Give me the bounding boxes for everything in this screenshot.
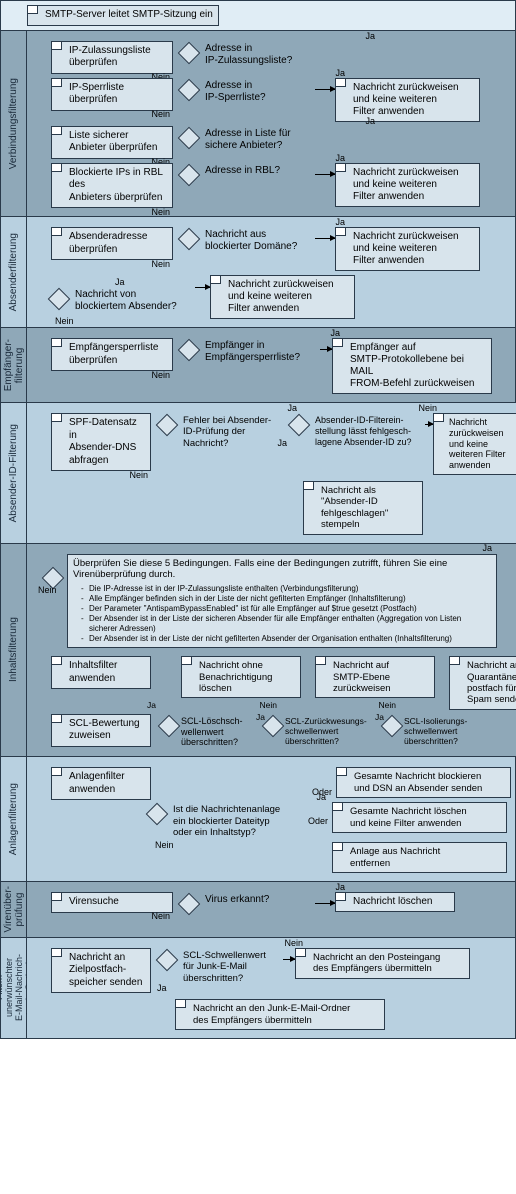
proc-rbl: Blockierte IPs in RBL des Anbieters über… xyxy=(51,163,173,209)
dec-virus: JaVirus erkannt? xyxy=(205,892,315,906)
decision-icon xyxy=(178,228,201,251)
decision-icon xyxy=(178,41,201,64)
dec-safe-providers: JaAdresse in Liste für sichere Anbieter? xyxy=(205,126,315,152)
proc-scl: SCL-Bewertung zuweisen xyxy=(51,714,151,747)
proc-ip-block: IP-Sperrliste überprüfenNein xyxy=(51,78,173,111)
res-junk-folder: Nachricht an den Junk-E-Mail-Ordner des … xyxy=(175,999,385,1030)
decision-icon xyxy=(158,715,181,738)
dec-scl-isolate: SCL-Isolierungs- schwellenwert überschri… xyxy=(404,714,489,747)
proc-ip-allow: IP-Zulassungsliste überprüfenNein xyxy=(51,41,173,74)
res-delete-msg: Nachricht löschen xyxy=(335,892,455,912)
res-quarantine: Nachricht an Quarantäne- postfach für Sp… xyxy=(449,656,516,710)
dec-recipient-block: JaEmpfänger in Empfängersperrliste? xyxy=(205,338,320,364)
res-stamp-fail: Nachricht als "Absender-ID fehlgeschlage… xyxy=(303,481,423,535)
proc-virus-scan: VirensucheNein xyxy=(51,892,173,913)
section-virus-scan: Virenüber- prüfung VirensucheNein JaViru… xyxy=(1,881,515,937)
decision-icon xyxy=(381,715,404,738)
res-recipient-reject: Empfänger auf SMTP-Protokollebene bei MA… xyxy=(332,338,492,394)
res-reject-1: Nachricht zurückweisen und keine weitere… xyxy=(335,78,480,122)
section-connection-filtering: Verbindungsfilterung IP-Zulassungsliste … xyxy=(1,30,515,217)
dec-scl-junk: NeinSCL-Schwellenwert für Junk-E-Mail üb… xyxy=(183,948,283,984)
res-strip-attachment: Anlage aus Nachricht entfernen xyxy=(332,842,507,873)
section-label: Absender-ID-Filterung xyxy=(8,420,19,526)
section-label: Verbindungsfilterung xyxy=(8,74,19,173)
dec-blocked-domain: JaNachricht aus blockierter Domäne? xyxy=(205,227,315,253)
section-label: Absenderfilterung xyxy=(8,229,19,315)
proc-sender-addr: Absenderadresse überprüfenNein xyxy=(51,227,173,260)
dec-blocked-sender: JaNachricht von blockiertem Absender?Nei… xyxy=(75,287,195,313)
proc-recipient-block: Empfängersperrliste überprüfenNein xyxy=(51,338,173,371)
decision-icon xyxy=(288,414,311,437)
decision-icon xyxy=(146,803,169,826)
dec-attachment-type: JaIst die Nachrichtenanlage ein blockier… xyxy=(173,802,308,838)
section-label: Virenüber- prüfung xyxy=(3,882,25,937)
dec-rbl: JaAdresse in RBL? xyxy=(205,163,315,177)
dec-senderid-allow: NeinAbsender-ID-Filterein- stellung läss… xyxy=(315,413,425,447)
dec-senderid-fail: JaFehler bei Absender- ID-Prüfung der Na… xyxy=(183,413,283,449)
section-label: Empfänger- filterung xyxy=(3,335,25,395)
section-label: Inhaltsfilterung xyxy=(8,613,19,686)
dec-scl-delete: SCL-Löschsch- wellenwert überschritten?N… xyxy=(181,714,261,748)
res-reject-5: Nachricht zurückweisen und keine weitere… xyxy=(433,413,516,475)
decision-icon xyxy=(178,78,201,101)
decision-icon xyxy=(156,414,179,437)
top-section: SMTP-Server leitet SMTP-Sitzung ein xyxy=(1,1,515,30)
res-reject-4: Nachricht zurückweisen und keine weitere… xyxy=(210,275,355,319)
cond-box: Ja Überprüfen Sie diese 5 Bedingungen. F… xyxy=(67,554,497,649)
decision-icon xyxy=(48,288,71,311)
proc-attachment-filter: Anlagenfilter anwenden xyxy=(51,767,151,800)
decision-icon xyxy=(178,126,201,149)
dec-ip-block: JaAdresse in IP-Sperrliste? xyxy=(205,78,315,104)
decision-icon xyxy=(156,948,179,971)
start-node: SMTP-Server leitet SMTP-Sitzung ein xyxy=(27,5,219,26)
res-smtp-reject: Nachricht auf SMTP-Ebene zurückweisen xyxy=(315,656,435,698)
flowchart: SMTP-Server leitet SMTP-Sitzung ein Verb… xyxy=(0,0,516,1039)
section-label: Anlagenfilterung xyxy=(8,779,19,859)
res-delete-silent: Nachricht ohne Benachrichtigung löschen xyxy=(181,656,301,698)
section-senderid-filtering: Absender-ID-Filterung SPF-Datensatz in A… xyxy=(1,402,515,543)
decision-icon xyxy=(178,163,201,186)
res-block-dsn: Gesamte Nachricht blockieren und DSN an … xyxy=(336,767,511,798)
proc-safe-providers: Liste sicherer Anbieter überprüfenNein xyxy=(51,126,173,159)
res-inbox: Nachricht an den Posteingang des Empfäng… xyxy=(295,948,470,979)
decision-icon xyxy=(178,893,201,916)
dec-scl-reject: SCL-Zurückwesungs- schwellenwert übersch… xyxy=(285,714,380,747)
section-sender-filtering: Absenderfilterung Absenderadresse überpr… xyxy=(1,216,515,327)
section-recipient-filtering: Empfänger- filterung Empfängersperrliste… xyxy=(1,327,515,402)
section-attachment-filtering: Anlagenfilterung Anlagenfilter anwenden … xyxy=(1,756,515,881)
section-outlook-junk: Filtern unerwünschter E-Mail-Nachrich- t… xyxy=(1,937,515,1038)
proc-spf: SPF-Datensatz in Absender-DNS abfragenNe… xyxy=(51,413,151,471)
res-reject-3: Nachricht zurückweisen und keine weitere… xyxy=(335,227,480,271)
res-delete-all: Gesamte Nachricht löschen und keine Filt… xyxy=(332,802,507,833)
proc-content-filter: Inhaltsfilter anwenden xyxy=(51,656,151,689)
dec-ip-allow: JaAdresse in IP-Zulassungsliste? xyxy=(205,41,315,67)
section-content-filtering: Inhaltsfilterung Ja Überprüfen Sie diese… xyxy=(1,543,515,757)
res-reject-2: Nachricht zurückweisen und keine weitere… xyxy=(335,163,480,207)
decision-icon xyxy=(178,339,201,362)
decision-icon xyxy=(262,715,285,738)
proc-deliver-store: Nachricht an Zielpostfach- speicher send… xyxy=(51,948,151,994)
